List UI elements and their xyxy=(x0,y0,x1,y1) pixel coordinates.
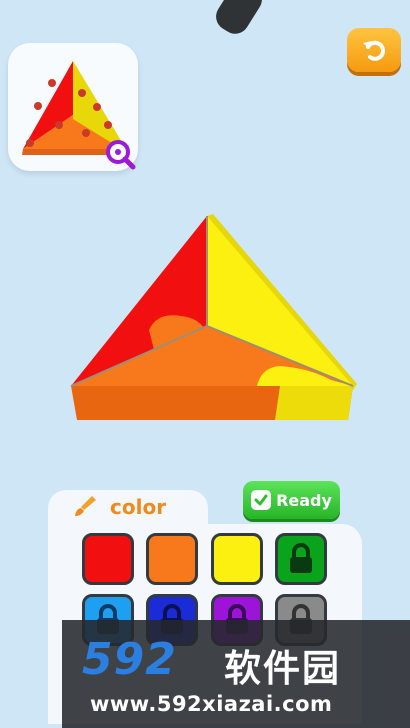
swatch-orange[interactable] xyxy=(146,533,198,585)
watermark-banner: 592 软件园 www.592xiazai.com xyxy=(62,620,410,728)
paintbrush-icon xyxy=(75,496,96,516)
swatch-red[interactable] xyxy=(82,533,134,585)
color-panel-header: color xyxy=(72,493,166,521)
pencil-tool xyxy=(210,0,268,40)
watermark-site-name: 软件园 xyxy=(224,647,341,690)
swatch-yellow[interactable] xyxy=(211,533,263,585)
game-screen: color Ready 592 软件园 www.592xiazai.com xyxy=(0,0,410,728)
check-icon xyxy=(251,490,272,510)
undo-icon xyxy=(363,40,386,61)
reference-card[interactable] xyxy=(8,43,138,171)
lock-icon xyxy=(290,543,312,573)
paint-canvas-triangle[interactable] xyxy=(65,208,365,428)
color-panel-title: color xyxy=(110,495,167,519)
swatch-green-locked[interactable] xyxy=(275,533,327,585)
magnifier-icon[interactable] xyxy=(104,138,136,170)
watermark-logo: 592 xyxy=(82,634,177,685)
watermark-url: www.592xiazai.com xyxy=(90,692,333,716)
undo-button[interactable] xyxy=(347,28,401,72)
ready-label: Ready xyxy=(276,490,332,510)
ready-button[interactable]: Ready xyxy=(243,481,340,519)
